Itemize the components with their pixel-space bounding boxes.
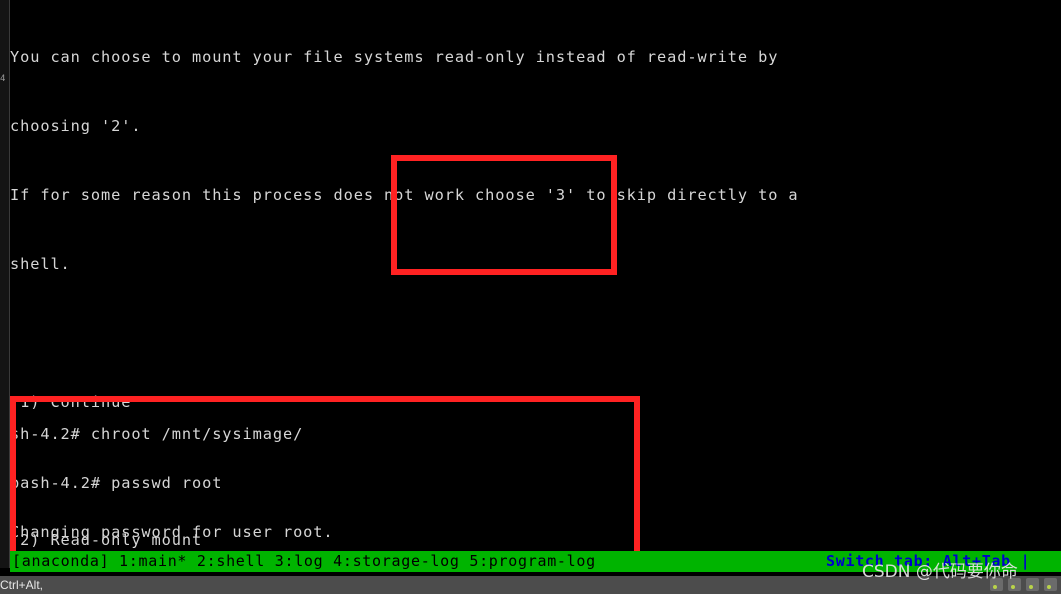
shell-session-output: sh-4.2# chroot /mnt/sysimage/ bash-4.2# …	[10, 394, 1061, 588]
host-hint-text: Ctrl+Alt,	[0, 578, 44, 592]
gutter-marker: 4	[0, 74, 6, 84]
tray-icon[interactable]	[1026, 578, 1039, 591]
left-gutter: 4	[0, 0, 10, 568]
shell-line: Changing password for user root.	[10, 523, 334, 540]
status-bar-tabs[interactable]: [anaconda] 1:main* 2:shell 3:log 4:stora…	[12, 551, 596, 572]
terminal-line: If for some reason this process does not…	[10, 186, 799, 204]
watermark: CSDN @代码要你命	[862, 562, 1018, 582]
terminal-line: shell.	[10, 255, 71, 273]
terminal-line: choosing '2'.	[10, 117, 142, 135]
shell-line: bash-4.2# passwd root	[10, 475, 223, 492]
terminal-screen: 4 You can choose to mount your file syst…	[0, 0, 1061, 594]
tray-icon[interactable]	[1044, 578, 1057, 591]
terminal-line: You can choose to mount your file system…	[10, 48, 779, 66]
shell-line: sh-4.2# chroot /mnt/sysimage/	[10, 426, 304, 443]
